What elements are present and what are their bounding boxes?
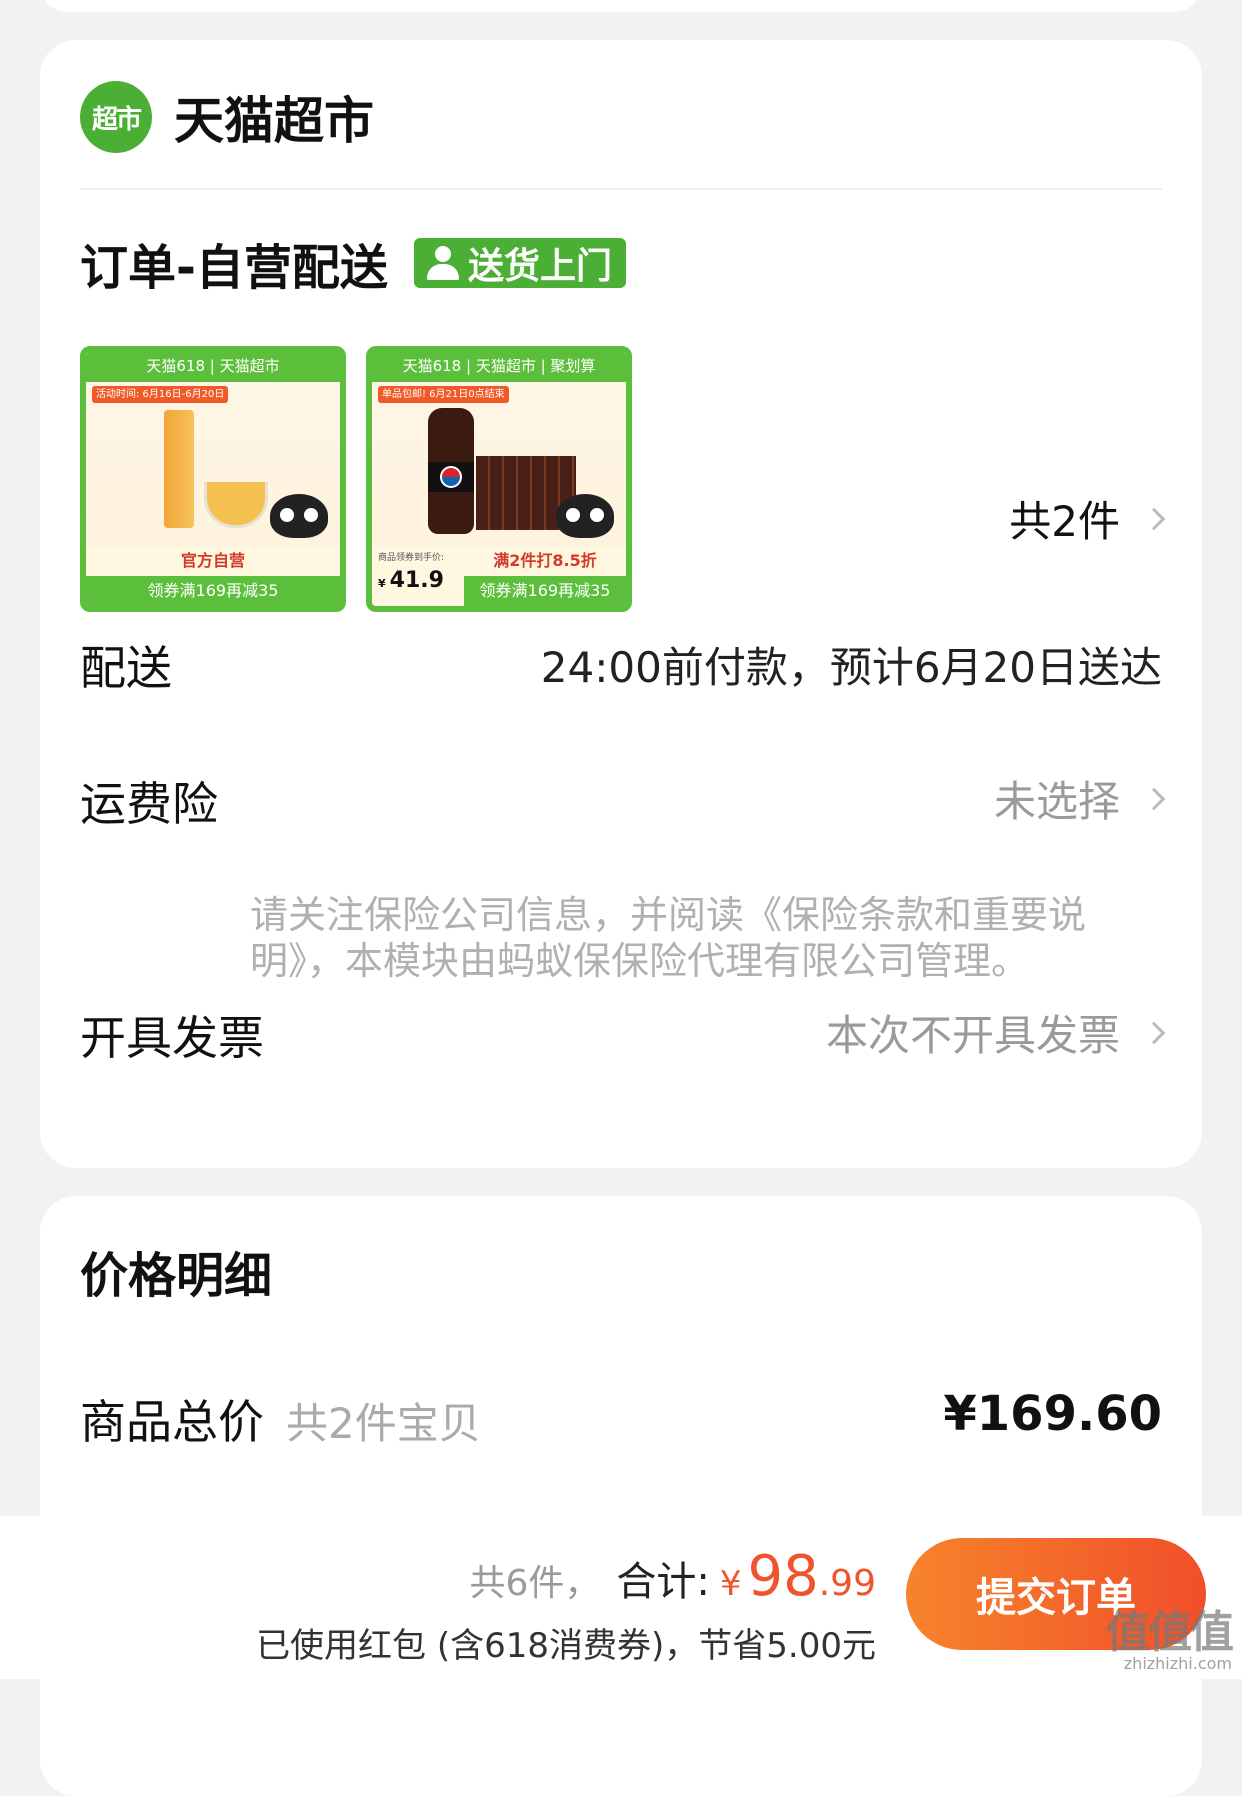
product-banner: 天猫618 | 天猫超市 | 聚划算 xyxy=(372,352,626,382)
store-order-card: 超市 天猫超市 订单-自营配送 送货上门 天猫618 | 天猫超市 活动时间: … xyxy=(40,40,1202,1168)
product-promo-tag: 单品包邮! 6月21日0点结束 xyxy=(378,386,509,403)
checkout-bar: 共6件， 合计: ¥ 98 .99 已使用红包 (含618消费券)，节省5.00… xyxy=(0,1516,1242,1679)
summary-total-label: 合计: xyxy=(616,1559,710,1605)
previous-card-edge xyxy=(40,0,1202,12)
chevron-right-icon xyxy=(1142,507,1166,530)
order-title: 订单-自营配送 xyxy=(80,240,388,296)
delivery-tag: 送货上门 xyxy=(413,238,626,288)
product-price-label: 商品领券到手价: xyxy=(378,553,445,563)
product-thumbnails[interactable]: 天猫618 | 天猫超市 活动时间: 6月16日-6月20日 官方自营 领券满1… xyxy=(80,346,632,612)
store-header[interactable]: 超市 天猫超市 xyxy=(80,78,374,156)
product-cup-image xyxy=(204,482,268,528)
delivery-tag-label: 送货上门 xyxy=(467,246,612,287)
discount-note: 已使用红包 (含618消费券)，节省5.00元 xyxy=(256,1626,876,1666)
summary-total-amount: ¥ 98 .99 xyxy=(719,1544,876,1609)
chevron-right-icon xyxy=(1142,1021,1166,1044)
watermark: 值值值 zhizhizhi.com xyxy=(1106,1596,1234,1673)
watermark-url: zhizhizhi.com xyxy=(1123,1654,1232,1673)
insurance-label: 运费险 xyxy=(80,777,218,831)
insurance-note: 请关注保险公司信息，并阅读《保险条款和重要说明》，本模块由蚂蚁保保险代理有限公司… xyxy=(250,893,1087,983)
tmall-cat-icon xyxy=(270,494,328,538)
product-strip: 官方自营 xyxy=(86,546,340,576)
product-coupon-footer: 领券满169再减35 xyxy=(464,576,626,606)
price-detail-title: 价格明细 xyxy=(80,1248,273,1304)
tmall-cat-icon xyxy=(556,494,614,538)
insurance-value: 未选择 xyxy=(993,777,1120,826)
delivery-value: 24:00前付款，预计6月20日送达 xyxy=(540,643,1162,692)
product-stick-image xyxy=(164,410,194,528)
watermark-logo: 值值值 xyxy=(1106,1607,1234,1658)
invoice-value: 本次不开具发票 xyxy=(825,1011,1120,1060)
item-count-label: 共2件 xyxy=(1009,497,1120,546)
order-summary: 共6件， 合计: ¥ 98 .99 xyxy=(469,1544,876,1609)
goods-total-row: 商品总价 共2件宝贝 xyxy=(80,1386,481,1452)
summary-count: 共6件， xyxy=(469,1563,601,1604)
product-thumbnail-2[interactable]: 天猫618 | 天猫超市 | 聚划算 单品包邮! 6月21日0点结束 商品领券到… xyxy=(366,346,632,612)
insurance-selector[interactable]: 未选择 xyxy=(993,768,1166,829)
store-name: 天猫超市 xyxy=(174,92,374,150)
goods-total-sub: 共2件宝贝 xyxy=(286,1399,481,1448)
product-coupon-footer: 领券满169再减35 xyxy=(86,576,340,606)
invoice-label: 开具发票 xyxy=(80,1011,264,1065)
product-banner: 天猫618 | 天猫超市 xyxy=(86,352,340,382)
product-thumbnail-1[interactable]: 天猫618 | 天猫超市 活动时间: 6月16日-6月20日 官方自营 领券满1… xyxy=(80,346,346,612)
price-detail-card: 价格明细 商品总价 共2件宝贝 ¥169.60 xyxy=(40,1196,1202,1796)
product-price: ¥41.9 xyxy=(378,568,444,593)
delivery-label: 配送 xyxy=(80,641,172,695)
pepsi-logo-icon xyxy=(440,466,462,488)
goods-total-value: ¥169.60 xyxy=(943,1386,1162,1442)
chevron-right-icon xyxy=(1142,787,1166,810)
product-strip: 满2件打8.5折 xyxy=(464,546,626,576)
item-count-link[interactable]: 共2件 xyxy=(1009,488,1166,549)
product-promo-tag: 活动时间: 6月16日-6月20日 xyxy=(92,386,229,403)
invoice-selector[interactable]: 本次不开具发票 xyxy=(825,1002,1166,1063)
goods-total-label: 商品总价 xyxy=(80,1395,264,1449)
divider xyxy=(80,188,1162,190)
product-price-box: 商品领券到手价: ¥41.9 xyxy=(372,546,464,606)
order-title-row: 订单-自营配送 送货上门 xyxy=(80,228,626,298)
store-logo-icon: 超市 xyxy=(80,81,152,153)
person-icon xyxy=(424,244,462,282)
